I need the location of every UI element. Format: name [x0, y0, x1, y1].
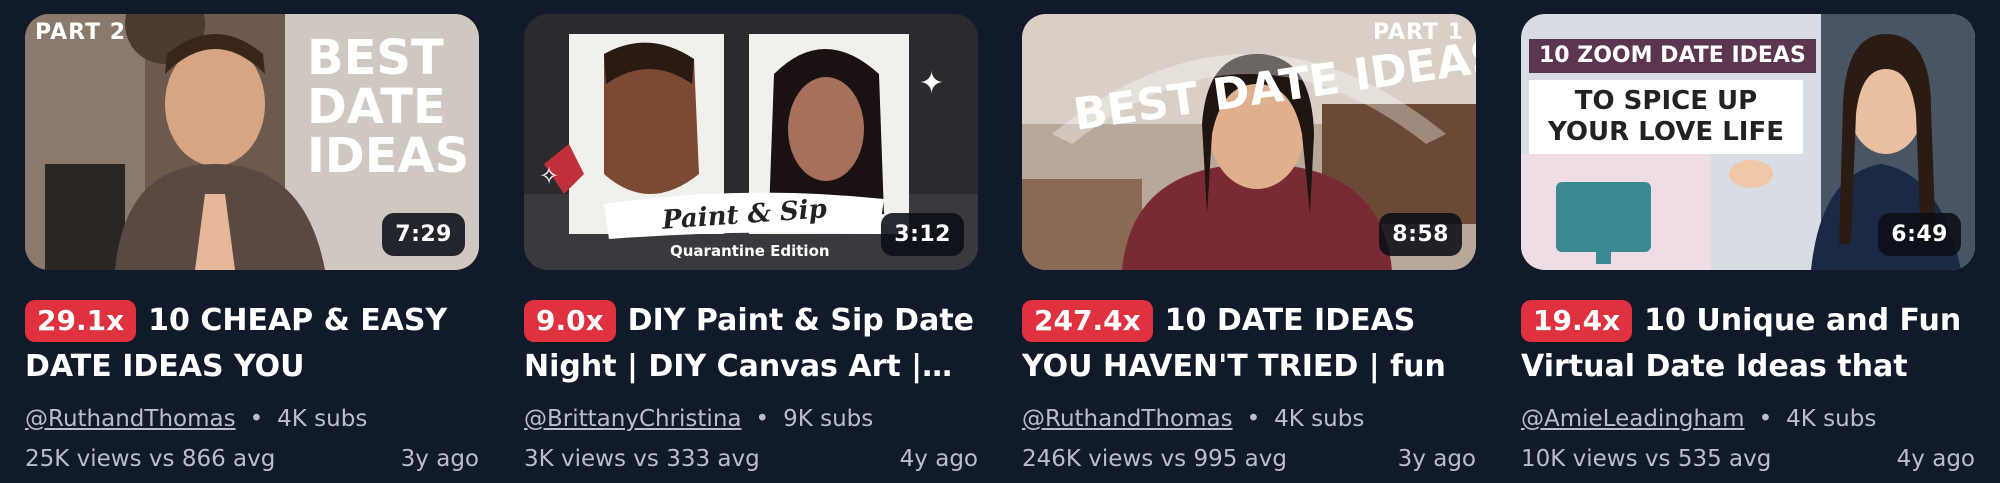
upload-age: 4y ago [899, 446, 978, 472]
subscriber-count: 4K subs [1786, 406, 1877, 432]
upload-age: 3y ago [400, 446, 479, 472]
video-card[interactable]: PART 1 BEST DATE IDEAS 8:58 247.4x 10 DAT… [1022, 14, 1476, 474]
thumbnail-tag: 10 ZOOM DATE IDEAS [1529, 39, 1816, 74]
thumbnail-title-line: TO SPICE UP [1574, 86, 1758, 116]
stats-row: 246K views vs 995 avg 3y ago [1022, 442, 1476, 476]
thumbnail-title: BEST DATE IDEAS [307, 34, 469, 181]
video-title[interactable]: 29.1x10 CHEAP & EASY DATE IDEAS YOU HAVE… [25, 298, 479, 390]
separator-dot: • [249, 406, 264, 432]
thumbnail-title-line: IDEAS [307, 127, 470, 184]
views-vs-average: 246K views vs 995 avg [1022, 446, 1287, 472]
channel-row: @BrittanyChristina • 9K subs [524, 402, 978, 436]
views-vs-average: 25K views vs 866 avg [25, 446, 276, 472]
video-title[interactable]: 19.4x 10 Unique and Fun Virtual Date Idea… [1521, 298, 1975, 390]
outlier-multiplier-badge: 247.4x [1022, 300, 1153, 342]
channel-link[interactable]: @RuthandThomas [1022, 406, 1233, 432]
video-thumbnail[interactable]: Paint & Sip Quarantine Edition ✦ ✧ 3:12 [524, 14, 978, 270]
upload-age: 3y ago [1397, 446, 1476, 472]
part-label: PART 2 [35, 20, 127, 45]
channel-link[interactable]: @AmieLeadingham [1521, 406, 1745, 432]
outlier-multiplier-badge: 29.1x [25, 300, 137, 342]
thumbnail-title-line: BEST [307, 30, 444, 86]
subscriber-count: 9K subs [783, 406, 874, 432]
video-duration: 3:12 [881, 213, 964, 256]
stats-row: 3K views vs 333 avg 4y ago [524, 442, 978, 476]
stats-row: 25K views vs 866 avg 3y ago [25, 442, 479, 476]
video-grid: PART 2 BEST DATE IDEAS 7:29 29.1x 10 CHEA… [0, 0, 2000, 483]
separator-dot: • [1246, 406, 1261, 432]
video-title[interactable]: 247.4x 10 DATE IDEAS YOU HAVEN'T TRIED | … [1022, 298, 1476, 390]
video-card[interactable]: PART 2 BEST DATE IDEAS 7:29 29.1x 10 CHEA… [25, 14, 479, 474]
thumbnail-title: TO SPICE UP YOUR LOVE LIFE [1529, 80, 1803, 155]
subscriber-count: 4K subs [277, 406, 368, 432]
video-duration: 8:58 [1379, 213, 1462, 256]
channel-row: @RuthandThomas • 4K subs [25, 402, 479, 436]
video-thumbnail[interactable]: PART 1 BEST DATE IDEAS 8:58 [1022, 14, 1476, 270]
channel-link[interactable]: @RuthandThomas [25, 406, 236, 432]
outlier-multiplier-badge: 9.0x [524, 300, 616, 342]
thumbnail-title-line: DATE [307, 78, 446, 135]
sparkle-icon: ✧ [539, 162, 560, 190]
video-thumbnail[interactable]: 10 ZOOM DATE IDEAS TO SPICE UP YOUR LOVE… [1521, 14, 1975, 270]
upload-age: 4y ago [1896, 446, 1975, 472]
channel-row: @AmieLeadingham • 4K subs [1521, 402, 1975, 436]
video-duration: 7:29 [382, 213, 465, 256]
video-duration: 6:49 [1878, 213, 1961, 256]
video-thumbnail[interactable]: PART 2 BEST DATE IDEAS 7:29 [25, 14, 479, 270]
sparkle-icon: ✦ [919, 66, 945, 101]
separator-dot: • [1758, 406, 1773, 432]
video-card[interactable]: 10 ZOOM DATE IDEAS TO SPICE UP YOUR LOVE… [1521, 14, 1975, 474]
video-card[interactable]: Paint & Sip Quarantine Edition ✦ ✧ 3:12 … [524, 14, 978, 474]
channel-row: @RuthandThomas • 4K subs [1022, 402, 1476, 436]
thumbnail-title-line: YOUR LOVE LIFE [1548, 117, 1784, 148]
stats-row: 10K views vs 535 avg 4y ago [1521, 442, 1975, 476]
thumbnail-subtitle: Quarantine Edition [670, 242, 830, 260]
outlier-multiplier-badge: 19.4x [1521, 300, 1633, 342]
subscriber-count: 4K subs [1274, 406, 1365, 432]
views-vs-average: 10K views vs 535 avg [1521, 446, 1772, 472]
channel-link[interactable]: @BrittanyChristina [524, 406, 742, 432]
views-vs-average: 3K views vs 333 avg [524, 446, 760, 472]
separator-dot: • [755, 406, 770, 432]
video-title[interactable]: 9.0x DIY Paint & Sip Date Night | DIY Can… [524, 298, 978, 390]
